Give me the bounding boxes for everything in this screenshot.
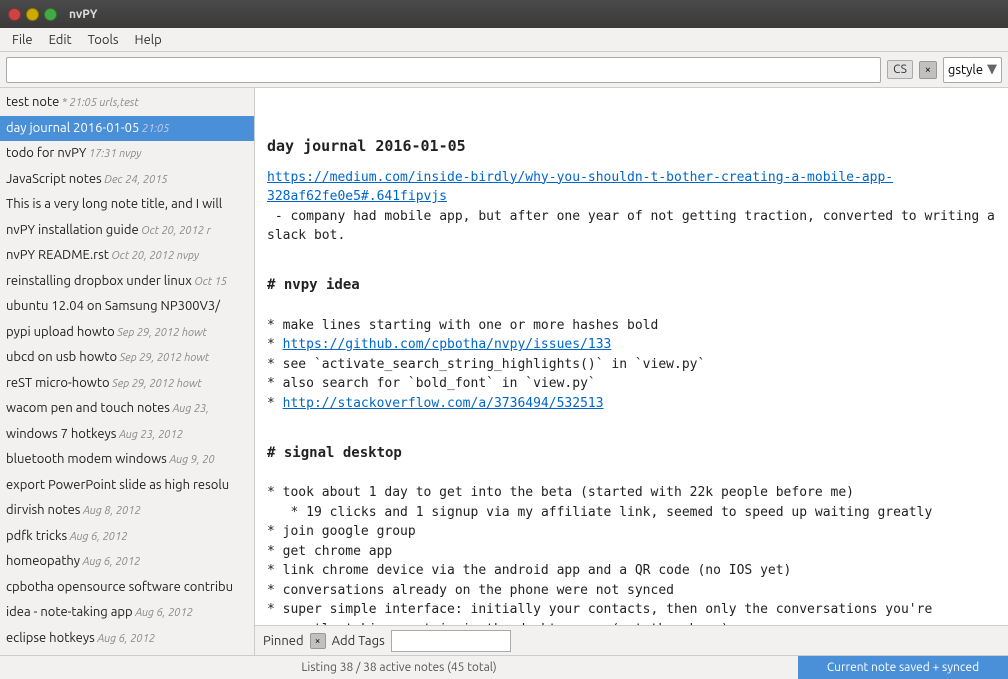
editor-content[interactable]: day journal 2016-01-05 https://medium.com… bbox=[255, 88, 1008, 625]
editor-paragraph: * link chrome device via the android app… bbox=[267, 561, 996, 581]
listing-status: Listing 38 / 38 active notes (45 total) bbox=[0, 661, 798, 674]
list-item[interactable]: test note * 21:05 urls,test bbox=[0, 90, 254, 116]
editor-paragraph: * get chrome app bbox=[267, 542, 996, 562]
search-input[interactable] bbox=[6, 57, 881, 83]
titlebar: nvPY bbox=[0, 0, 1008, 28]
menu-file[interactable]: File bbox=[4, 31, 41, 49]
editor-paragraph bbox=[267, 296, 996, 316]
editor-paragraph: * super simple interface: initially your… bbox=[267, 600, 996, 625]
notes-list[interactable]: test note * 21:05 urls,testday journal 2… bbox=[0, 88, 254, 655]
editor-paragraph: # signal desktop bbox=[267, 443, 996, 464]
editor-paragraph: * see `activate_search_string_highlights… bbox=[267, 355, 996, 375]
window-title: nvPY bbox=[69, 8, 98, 21]
close-button[interactable] bbox=[8, 8, 21, 21]
list-item[interactable]: reST micro-howto Sep 29, 2012 howt bbox=[0, 371, 254, 397]
statusbar: Listing 38 / 38 active notes (45 total) … bbox=[0, 655, 1008, 679]
list-item[interactable]: ubcd on usb howto Sep 29, 2012 howt bbox=[0, 345, 254, 371]
list-item[interactable]: nvPY installation guide Oct 20, 2012 r bbox=[0, 218, 254, 244]
list-item[interactable]: eclipse hotkeys Aug 6, 2012 bbox=[0, 626, 254, 652]
menu-edit[interactable]: Edit bbox=[41, 31, 80, 49]
pinned-label: Pinned bbox=[263, 634, 304, 648]
list-item[interactable]: pypi upload howto Sep 29, 2012 howt bbox=[0, 320, 254, 346]
list-item[interactable]: day journal 2016-01-05 21:05 bbox=[0, 116, 254, 142]
minimize-button[interactable] bbox=[26, 8, 39, 21]
dropdown-arrow-icon: ▼ bbox=[987, 62, 997, 77]
editor-area: day journal 2016-01-05 https://medium.com… bbox=[255, 88, 1008, 655]
editor-paragraph: https://medium.com/inside-birdly/why-you… bbox=[267, 168, 996, 207]
editor-title: day journal 2016-01-05 bbox=[267, 135, 996, 158]
style-label: gstyle bbox=[948, 63, 983, 77]
style-dropdown[interactable]: gstyle ▼ bbox=[943, 57, 1002, 83]
list-item[interactable]: bluetooth modem windows Aug 9, 20 bbox=[0, 447, 254, 473]
list-item[interactable]: nvPY README.rst Oct 20, 2012 nvpy bbox=[0, 243, 254, 269]
editor-paragraph: - company had mobile app, but after one … bbox=[267, 207, 996, 246]
list-item[interactable]: cpbotha opensource software contribu bbox=[0, 575, 254, 601]
list-item[interactable]: JavaScript notes Dec 24, 2015 bbox=[0, 167, 254, 193]
list-item[interactable]: todo for nvPY 17:31 nvpy bbox=[0, 141, 254, 167]
editor-paragraph bbox=[267, 246, 996, 266]
menubar: File Edit Tools Help bbox=[0, 28, 1008, 52]
tags-input[interactable] bbox=[391, 630, 511, 652]
editor-paragraph bbox=[267, 413, 996, 433]
searchbar: CS × gstyle ▼ bbox=[0, 52, 1008, 88]
list-item[interactable]: pdfk tricks Aug 6, 2012 bbox=[0, 524, 254, 550]
editor-paragraph: * conversations already on the phone wer… bbox=[267, 581, 996, 601]
note-save-status: Current note saved + synced bbox=[798, 656, 1008, 679]
tag-bar: Pinned × Add Tags bbox=[255, 625, 1008, 655]
list-item[interactable]: windows 7 hotkeys Aug 23, 2012 bbox=[0, 422, 254, 448]
menu-tools[interactable]: Tools bbox=[80, 31, 127, 49]
window-controls bbox=[8, 8, 57, 21]
list-item[interactable]: dirvish notes Aug 8, 2012 bbox=[0, 498, 254, 524]
editor-link[interactable]: http://stackoverflow.com/a/3736494/53251… bbox=[283, 396, 604, 411]
editor-link[interactable]: https://medium.com/inside-birdly/why-you… bbox=[267, 170, 893, 205]
editor-paragraph: * 19 clicks and 1 signup via my affiliat… bbox=[267, 503, 996, 523]
editor-paragraph bbox=[267, 464, 996, 484]
list-item[interactable]: This is a very long note title, and I wi… bbox=[0, 192, 254, 218]
editor-paragraph: * also search for `bold_font` in `view.p… bbox=[267, 374, 996, 394]
list-item[interactable]: idea - note-taking app Aug 6, 2012 bbox=[0, 600, 254, 626]
pinned-remove-button[interactable]: × bbox=[310, 633, 326, 649]
list-item[interactable]: export PowerPoint slide as high resolu bbox=[0, 473, 254, 499]
editor-paragraph: * https://github.com/cpbotha/nvpy/issues… bbox=[267, 335, 996, 355]
editor-paragraph: * took about 1 day to get into the beta … bbox=[267, 483, 996, 503]
editor-link[interactable]: https://github.com/cpbotha/nvpy/issues/1… bbox=[283, 337, 612, 352]
list-item[interactable]: reinstalling dropbox under linux Oct 15 bbox=[0, 269, 254, 295]
sidebar: test note * 21:05 urls,testday journal 2… bbox=[0, 88, 255, 655]
search-clear-button[interactable]: × bbox=[919, 61, 937, 79]
menu-help[interactable]: Help bbox=[127, 31, 170, 49]
editor-paragraph: # nvpy idea bbox=[267, 275, 996, 296]
list-item[interactable]: homeopathy Aug 6, 2012 bbox=[0, 549, 254, 575]
cs-badge: CS bbox=[887, 60, 913, 79]
list-item[interactable]: ubuntu 12.04 on Samsung NP300V3/ bbox=[0, 294, 254, 320]
editor-paragraph: * make lines starting with one or more h… bbox=[267, 316, 996, 336]
main-area: test note * 21:05 urls,testday journal 2… bbox=[0, 88, 1008, 655]
editor-paragraph: * join google group bbox=[267, 522, 996, 542]
maximize-button[interactable] bbox=[44, 8, 57, 21]
add-tags-label: Add Tags bbox=[332, 634, 385, 648]
list-item[interactable]: wacom pen and touch notes Aug 23, bbox=[0, 396, 254, 422]
editor-paragraph: * http://stackoverflow.com/a/3736494/532… bbox=[267, 394, 996, 414]
